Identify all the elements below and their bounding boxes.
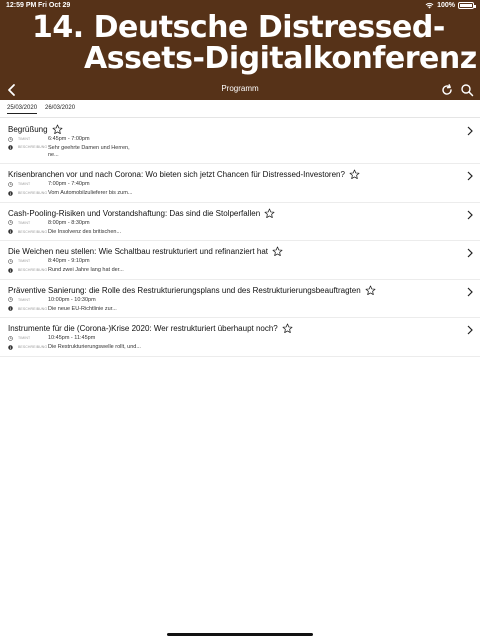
tab-date-25-03-2020[interactable]: 25/03/2020: [7, 105, 38, 114]
time-label: TIMINT: [18, 182, 31, 186]
status-time: 12:59 PM: [6, 2, 37, 9]
session-description: Die neue EU-Richtlinie zur...: [48, 305, 117, 312]
chevron-right-icon: [467, 248, 473, 258]
session-description: Die Restrukturierungswelle rollt, und...: [48, 344, 141, 350]
session-time-row: TIMINT 8:40pm - 9:10pm: [8, 258, 90, 264]
session-list: Begrüßung TIMINT 6:45pm - 7:00pm BESCHRE…: [0, 119, 480, 357]
session-description: Sehr geehrte Damen und Herren, ne...: [48, 145, 130, 158]
favorite-star-icon[interactable]: [349, 169, 360, 180]
conference-title: 14. Deutsche Distressed- Assets-Digitalk…: [32, 12, 477, 74]
session-row[interactable]: Präventive Sanierung: die Rolle des Rest…: [0, 280, 480, 318]
description-label: BESCHREIBUNG: [18, 268, 48, 272]
session-description-row: BESCHREIBUNG Die Insolvenz des britische…: [8, 229, 121, 235]
info-icon: [8, 229, 13, 234]
session-title: Instrumente für die (Corona-)Krise 2020:…: [8, 324, 278, 333]
info-icon: [8, 190, 13, 196]
description-label: BESCHREIBUNG: [18, 191, 48, 195]
nav-title: Programm: [221, 84, 259, 93]
info-icon: [8, 267, 13, 273]
session-title-row: Präventive Sanierung: die Rolle des Rest…: [8, 285, 376, 296]
session-time-row: TIMINT 8:00pm - 8:30pm: [8, 220, 90, 226]
chevron-right-icon: [467, 210, 473, 219]
description-label: BESCHREIBUNG: [18, 145, 48, 149]
status-date: Fri Oct 29: [38, 2, 71, 9]
session-time: 10:00pm - 10:30pm: [48, 296, 96, 303]
session-title-row: Cash-Pooling-Risiken und Vorstandshaftun…: [8, 208, 275, 219]
session-description: Rund zwei Jahre lang hat der...: [48, 267, 124, 273]
status-indicators: 100%: [425, 2, 476, 9]
session-time-row: TIMINT 7:00pm - 7:40pm: [8, 181, 90, 187]
session-title-row: Krisenbranchen vor und nach Corona: Wo b…: [8, 169, 360, 180]
info-icon: [8, 344, 13, 350]
session-title-row: Begrüßung: [8, 124, 63, 135]
clock-icon: [8, 258, 13, 264]
nav-bar: Programm: [0, 80, 480, 100]
session-description-row: BESCHREIBUNG Rund zwei Jahre lang hat de…: [8, 267, 124, 273]
session-description-row: BESCHREIBUNG Vom Automobilzulieferer bis…: [8, 190, 132, 196]
time-label: TIMINT: [18, 297, 31, 302]
info-icon: [8, 306, 13, 311]
chevron-right-icon: [467, 126, 473, 136]
session-time-row: TIMINT 6:45pm - 7:00pm: [8, 136, 90, 142]
session-row[interactable]: Instrumente für die (Corona-)Krise 2020:…: [0, 318, 480, 357]
session-row[interactable]: Cash-Pooling-Risiken und Vorstandshaftun…: [0, 203, 480, 241]
wifi-icon: [425, 2, 434, 9]
time-label: TIMINT: [18, 137, 31, 141]
clock-icon: [8, 136, 13, 142]
conference-title-line1: 14. Deutsche Distressed-: [32, 10, 445, 45]
session-title: Cash-Pooling-Risiken und Vorstandshaftun…: [8, 208, 261, 218]
time-label: TIMINT: [18, 336, 31, 340]
time-label: TIMINT: [18, 259, 31, 263]
chevron-right-icon: [467, 325, 473, 335]
favorite-star-icon[interactable]: [365, 285, 376, 296]
session-row[interactable]: Die Weichen neu stellen: Wie Schaltbau r…: [0, 241, 480, 280]
session-title: Begrüßung: [8, 125, 48, 134]
session-time-row: TIMINT 10:00pm - 10:30pm: [8, 297, 96, 303]
description-label: BESCHREIBUNG: [18, 229, 48, 234]
app-header: 12:59 PM Fri Oct 29 100% 14. Deutsche Di…: [0, 0, 480, 100]
session-title-row: Instrumente für die (Corona-)Krise 2020:…: [8, 323, 293, 334]
session-time-row: TIMINT 10:45pm - 11:45pm: [8, 335, 95, 341]
session-time: 6:45pm - 7:00pm: [48, 136, 90, 142]
conference-title-line2: Assets-Digitalkonferenz: [84, 41, 477, 76]
session-title: Präventive Sanierung: die Rolle des Rest…: [8, 285, 361, 295]
chevron-right-icon: [467, 287, 473, 296]
search-icon[interactable]: [460, 83, 474, 97]
session-time: 8:40pm - 9:10pm: [48, 258, 90, 264]
clock-icon: [8, 335, 13, 341]
battery-percentage: 100%: [437, 2, 455, 9]
refresh-icon[interactable]: [440, 83, 454, 97]
battery-icon: [458, 2, 476, 9]
clock-icon: [8, 297, 13, 302]
description-label: BESCHREIBUNG: [18, 306, 48, 311]
session-time: 10:45pm - 11:45pm: [48, 335, 96, 341]
session-time: 8:00pm - 8:30pm: [48, 219, 90, 226]
home-indicator[interactable]: [167, 633, 313, 636]
session-description-row: BESCHREIBUNG Die neue EU-Richtlinie zur.…: [8, 306, 117, 312]
tab-date-26-03-2020[interactable]: 26/03/2020: [45, 105, 75, 113]
session-title: Krisenbranchen vor und nach Corona: Wo b…: [8, 170, 345, 179]
info-icon: [8, 145, 13, 150]
clock-icon: [8, 220, 13, 225]
favorite-star-icon[interactable]: [282, 323, 293, 334]
favorite-star-icon[interactable]: [264, 208, 275, 219]
session-time: 7:00pm - 7:40pm: [48, 181, 90, 187]
session-title: Die Weichen neu stellen: Wie Schaltbau r…: [8, 247, 268, 256]
favorite-star-icon[interactable]: [52, 124, 63, 135]
clock-icon: [8, 181, 13, 187]
session-row[interactable]: Begrüßung TIMINT 6:45pm - 7:00pm BESCHRE…: [0, 119, 480, 164]
session-description-row: BESCHREIBUNG Die Restrukturierungswelle …: [8, 344, 141, 350]
time-label: TIMINT: [18, 220, 31, 225]
session-description: Vom Automobilzulieferer bis zum...: [48, 190, 133, 196]
date-tabs: 25/03/2020 26/03/2020: [0, 100, 480, 118]
session-row[interactable]: Krisenbranchen vor und nach Corona: Wo b…: [0, 164, 480, 203]
description-label: BESCHREIBUNG: [18, 345, 48, 349]
favorite-star-icon[interactable]: [272, 246, 283, 257]
session-title-row: Die Weichen neu stellen: Wie Schaltbau r…: [8, 246, 283, 257]
session-description: Die Insolvenz des britischen...: [48, 228, 122, 235]
session-description-row: BESCHREIBUNG Sehr geehrte Damen und Herr…: [8, 145, 138, 159]
chevron-right-icon: [467, 171, 473, 181]
